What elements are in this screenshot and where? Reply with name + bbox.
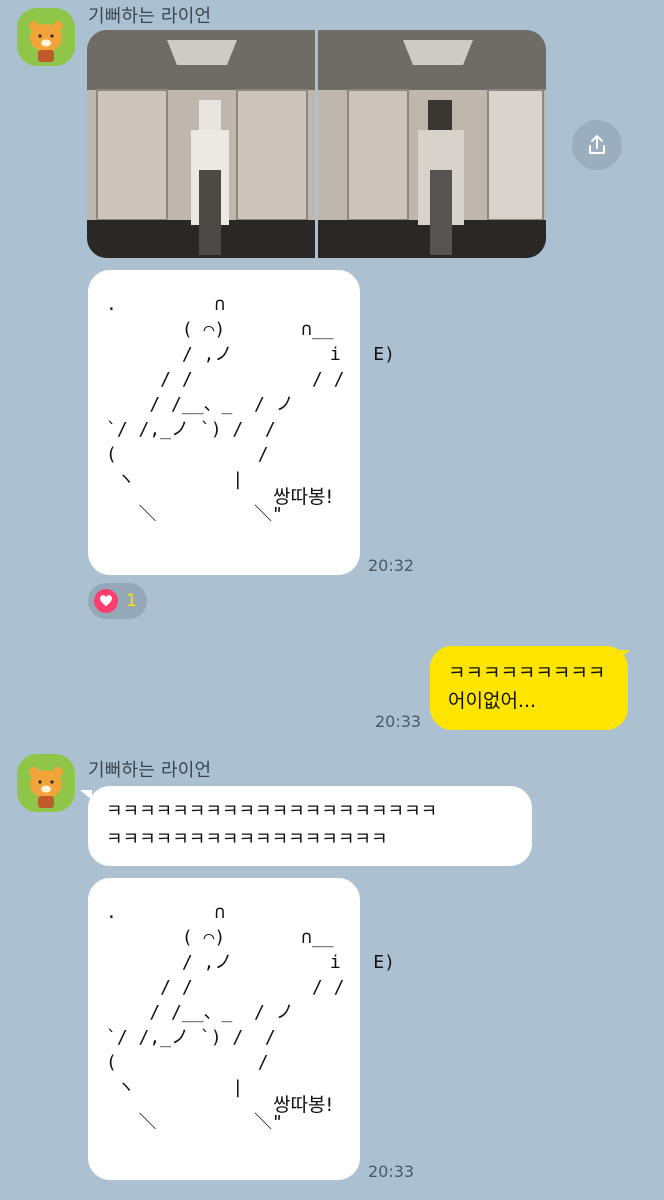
ascii-art-tail-text-2: ＼ ＼": [106, 1112, 283, 1133]
photo-left-image: [87, 30, 315, 258]
ryan-lion-avatar-icon: [17, 8, 75, 66]
sender-avatar[interactable]: [17, 8, 75, 66]
my-message-time: 20:33: [375, 712, 422, 731]
photo-right-image: [318, 30, 546, 258]
share-button[interactable]: [572, 120, 622, 170]
share-icon: [589, 135, 605, 154]
ascii-art-text-2: . ∩ ( ⌒) ∩__ / ,ノ i E) / / / / / /__、_ /…: [106, 902, 395, 1098]
my-message-bubble[interactable]: ㅋㅋㅋㅋㅋㅋㅋㅋㅋ 어이없어...: [430, 646, 628, 730]
ascii-art-text: . ∩ ( ⌒) ∩__ / ,ノ i E) / / / / / /__、_ /…: [106, 294, 395, 490]
message-time-2: 20:33: [368, 1162, 415, 1181]
photo-right[interactable]: [318, 30, 546, 258]
photo-left[interactable]: [87, 30, 315, 258]
sender-name: 기뻐하는 라이언: [88, 6, 212, 27]
ascii-art-bubble-2[interactable]: . ∩ ( ⌒) ∩__ / ,ノ i E) / / / / / /__、_ /…: [88, 878, 395, 1180]
my-message-text: ㅋㅋㅋㅋㅋㅋㅋㅋㅋ 어이없어...: [448, 662, 606, 712]
reaction-badge[interactable]: 1: [88, 583, 147, 619]
ascii-caption: 쌍따봉!: [273, 486, 334, 508]
message-time: 20:32: [368, 556, 415, 575]
ryan-lion-avatar-icon: [17, 754, 75, 812]
ascii-caption-2: 쌍따봉!: [273, 1094, 334, 1116]
heart-icon: [94, 589, 118, 613]
reaction-count: 1: [126, 591, 137, 611]
laugh-message-bubble[interactable]: ㅋㅋㅋㅋㅋㅋㅋㅋㅋㅋㅋㅋㅋㅋㅋㅋㅋㅋㅋㅋ ㅋㅋㅋㅋㅋㅋㅋㅋㅋㅋㅋㅋㅋㅋㅋㅋㅋ: [88, 786, 532, 866]
ascii-art-bubble[interactable]: . ∩ ( ⌒) ∩__ / ,ノ i E) / / / / / /__、_ /…: [88, 270, 395, 575]
ascii-art-tail-text: ＼ ＼": [106, 504, 283, 525]
laugh-message-text: ㅋㅋㅋㅋㅋㅋㅋㅋㅋㅋㅋㅋㅋㅋㅋㅋㅋㅋㅋㅋ ㅋㅋㅋㅋㅋㅋㅋㅋㅋㅋㅋㅋㅋㅋㅋㅋㅋ: [106, 801, 438, 850]
sender-name-2: 기뻐하는 라이언: [88, 760, 212, 781]
sender-avatar-2[interactable]: [17, 754, 75, 812]
